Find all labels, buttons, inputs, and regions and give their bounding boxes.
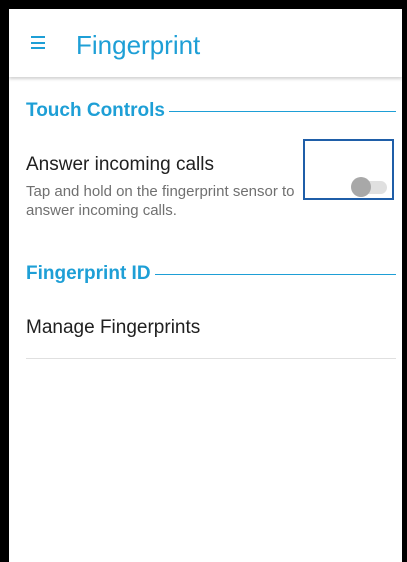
section-divider-line — [166, 111, 396, 112]
answer-calls-title[interactable]: Answer incoming calls — [26, 153, 214, 177]
list-divider — [26, 358, 396, 359]
answer-calls-summary: Tap and hold on the fingerprint sensor t… — [26, 183, 295, 219]
hamburger-menu-icon[interactable] — [31, 36, 45, 49]
manage-fingerprints-item[interactable]: Manage Fingerprints — [26, 316, 200, 340]
section-header-fingerprint-id: Fingerprint ID — [26, 263, 396, 285]
section-title-fingerprint-id: Fingerprint ID — [26, 263, 155, 285]
app-bar: Fingerprint — [9, 9, 402, 77]
section-divider-line — [152, 274, 396, 275]
highlight-box — [303, 139, 394, 200]
section-title-touch-controls: Touch Controls — [26, 100, 169, 122]
section-header-touch-controls: Touch Controls — [26, 100, 396, 122]
page-title: Fingerprint — [76, 30, 201, 60]
